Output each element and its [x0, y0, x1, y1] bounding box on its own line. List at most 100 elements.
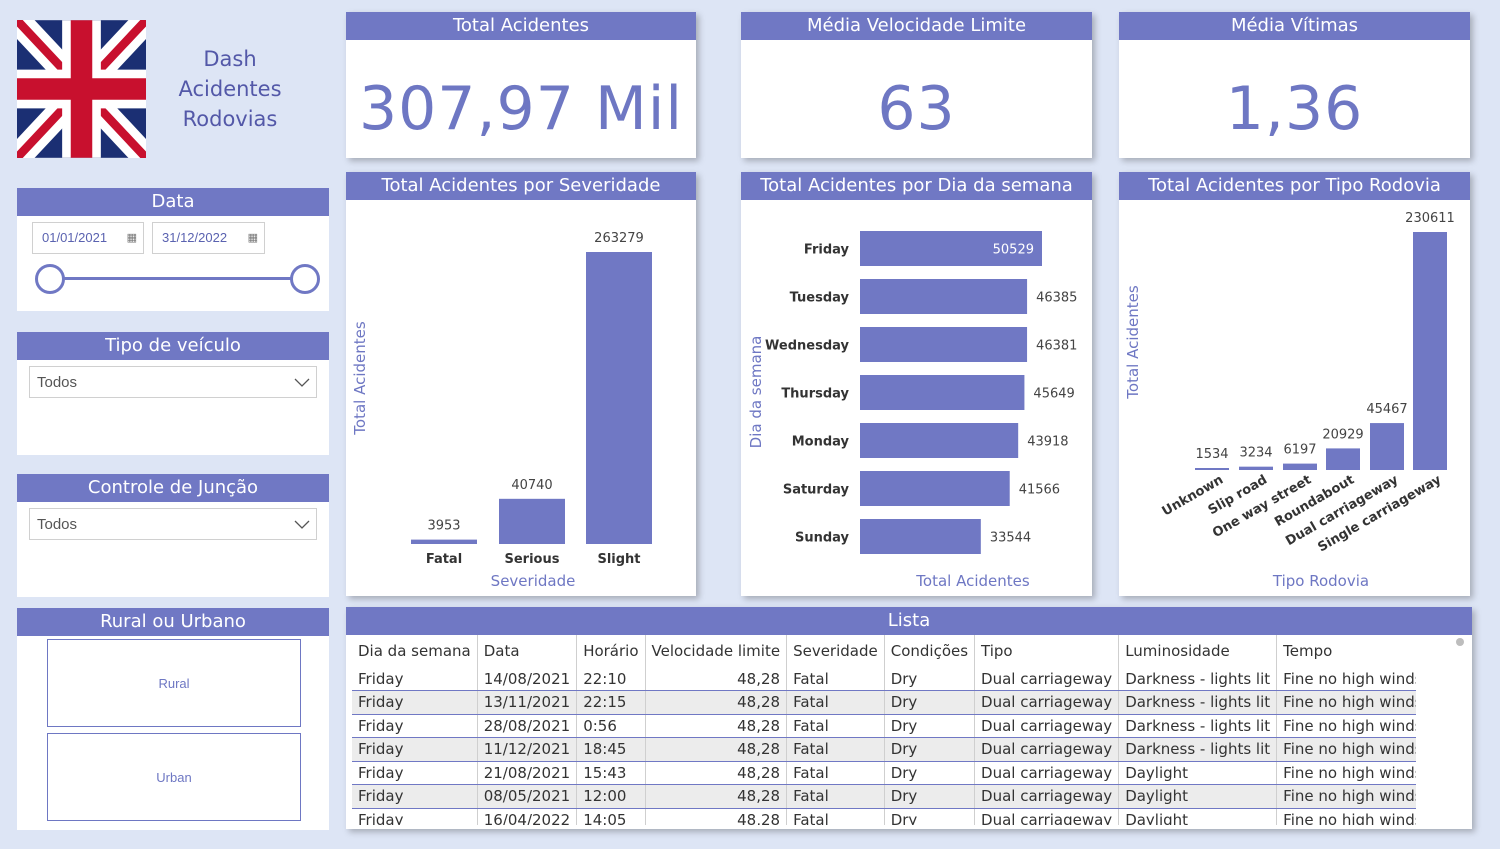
column-header[interactable]: Tempo [1276, 635, 1416, 667]
filter-title: Tipo de veículo [17, 332, 329, 360]
column-header[interactable]: Tipo [974, 635, 1120, 667]
column-header[interactable]: Velocidade limite [645, 635, 788, 667]
table-cell: Friday [352, 690, 478, 715]
table-row[interactable]: Friday 13/11/2021 22:15 48,28 Fatal Dry Dual c… [352, 690, 1416, 715]
data-label: 6197 [1283, 443, 1316, 458]
controle-juncao-dropdown[interactable]: Todos [29, 508, 317, 540]
chevron-down-icon[interactable] [294, 516, 310, 532]
table-cell: Fine no high winds [1276, 667, 1416, 691]
start-date-input[interactable]: 01/01/2021 ▦ [32, 222, 144, 254]
bar-category [1370, 423, 1404, 470]
option-rural[interactable]: Rural [47, 639, 301, 727]
table-cell: Friday [352, 737, 478, 762]
tipo-veiculo-dropdown[interactable]: Todos [29, 366, 317, 398]
table-cell: 08/05/2021 [477, 784, 578, 809]
column-header[interactable]: Condições [884, 635, 976, 667]
table-cell: Dual carriageway [974, 737, 1120, 762]
category-label: Slight [597, 552, 640, 567]
kpi-value: 63 [877, 74, 956, 144]
calendar-icon[interactable]: ▦ [127, 223, 137, 253]
data-label: 40740 [511, 478, 552, 493]
column-header[interactable]: Dia da semana [352, 635, 478, 667]
category-label: Thursday [781, 387, 849, 402]
option-urban[interactable]: Urban [47, 733, 301, 821]
kpi-title: Total Acidentes [346, 12, 696, 40]
table-cell: Fatal [786, 667, 885, 691]
data-label: 1534 [1195, 447, 1228, 462]
table-cell: Fatal [786, 737, 885, 762]
date-slider-track[interactable] [50, 277, 305, 280]
end-date-input[interactable]: 31/12/2022 ▦ [152, 222, 265, 254]
table-cell: Friday [352, 784, 478, 809]
table-cell: Dual carriageway [974, 714, 1120, 738]
table-cell: Darkness - lights lit [1118, 737, 1278, 762]
logo-panel: Dash Acidentes Rodovias [0, 0, 338, 170]
y-axis-title: Dia da semana [747, 336, 765, 449]
data-label: 45467 [1366, 402, 1407, 417]
table-cell: Dual carriageway [974, 690, 1120, 715]
category-label: Sunday [795, 531, 850, 546]
data-label: 46381 [1036, 339, 1077, 354]
filter-rural-urbano: Rural ou Urbano Rural Urban [17, 608, 329, 830]
date-slider-handle-end[interactable] [290, 264, 320, 294]
uk-flag-icon [17, 20, 146, 158]
column-header[interactable]: Severidade [786, 635, 885, 667]
table-cell: 11/12/2021 [477, 737, 578, 762]
lista-table: Dia da semana Data Horário Velocidade limit… [352, 635, 1416, 825]
chart-severidade-plot: 3953 Fatal 40740 Serious 263279 Slight Severid… [351, 231, 652, 590]
column-header[interactable]: Horário [576, 635, 646, 667]
table-cell: Friday [352, 667, 478, 691]
table-cell: Fine no high winds [1276, 761, 1416, 785]
category-label: Wednesday [765, 339, 849, 354]
table-row[interactable]: Friday 28/08/2021 0:56 48,28 Fatal Dry Dual ca… [352, 714, 1416, 738]
table-row[interactable]: Friday 21/08/2021 15:43 48,28 Fatal Dry Dual c… [352, 761, 1416, 785]
calendar-icon[interactable]: ▦ [248, 223, 258, 253]
table-cell: Dry [884, 667, 976, 691]
lista-table-card: Lista Dia da semana Data Horário Velocidade… [346, 607, 1472, 829]
category-label: Fatal [426, 552, 462, 567]
chevron-down-icon[interactable] [294, 374, 310, 390]
category-label: Monday [792, 435, 850, 450]
table-cell: Fine no high winds [1276, 737, 1416, 762]
chart-title: Total Acidentes por Severidade [346, 172, 696, 200]
table-cell: 48,28 [645, 784, 788, 809]
table-cell: Fine no high winds [1276, 784, 1416, 809]
bar-sunday [860, 519, 981, 554]
table-row[interactable]: Friday 11/12/2021 18:45 48,28 Fatal Dry Dual c… [352, 737, 1416, 762]
table-row[interactable]: Friday 16/04/2022 14:05 48,28 Fatal Dry Dual c… [352, 808, 1416, 825]
table-cell: Fatal [786, 808, 885, 825]
table-cell: Fine no high winds [1276, 690, 1416, 715]
category-label: Saturday [783, 483, 850, 498]
table-cell: Darkness - lights lit [1118, 667, 1278, 691]
table-cell: 14:05 [576, 808, 646, 825]
date-slider-handle-start[interactable] [35, 264, 65, 294]
table-cell: Friday [352, 808, 478, 825]
table-row[interactable]: Friday 14/08/2021 22:10 48,28 Fatal Dry Dual c… [352, 667, 1416, 691]
table-cell: Fatal [786, 761, 885, 785]
filter-title: Rural ou Urbano [17, 608, 329, 636]
table-cell: Daylight [1118, 761, 1278, 785]
table-cell: 48,28 [645, 761, 788, 785]
table-cell: Darkness - lights lit [1118, 690, 1278, 715]
scrollbar-thumb[interactable] [1456, 638, 1464, 646]
table-cell: Friday [352, 714, 478, 738]
table-viewport[interactable]: Dia da semana Data Horário Velocidade limit… [352, 635, 1416, 825]
table-cell: 18:45 [576, 737, 646, 762]
table-cell: 48,28 [645, 690, 788, 715]
table-cell: 16/04/2022 [477, 808, 578, 825]
table-cell: 28/08/2021 [477, 714, 578, 738]
column-header[interactable]: Data [477, 635, 578, 667]
table-cell: Fatal [786, 690, 885, 715]
table-title: Lista [346, 607, 1472, 635]
bar-category [1326, 448, 1360, 470]
table-cell: 12:00 [576, 784, 646, 809]
table-row[interactable]: Friday 08/05/2021 12:00 48,28 Fatal Dry Dual c… [352, 784, 1416, 809]
filter-title: Controle de Junção [17, 474, 329, 502]
column-header[interactable]: Luminosidade [1118, 635, 1278, 667]
table-cell: Daylight [1118, 784, 1278, 809]
chart-severidade: Total Acidentes por Severidade 3953 Fatal… [346, 172, 696, 596]
bar-thursday [860, 375, 1025, 410]
table-cell: 48,28 [645, 808, 788, 825]
table-cell: Dry [884, 714, 976, 738]
chart-tipo-rodovia-plot: 1534Unknown3234Slip road6197One way stre… [1124, 211, 1455, 590]
